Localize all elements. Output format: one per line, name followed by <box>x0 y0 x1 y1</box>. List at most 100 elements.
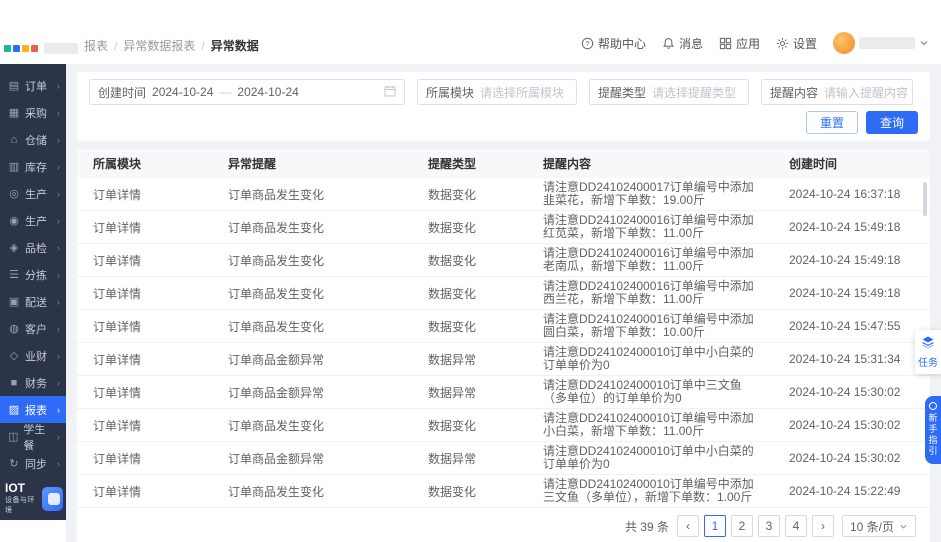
create-time-label: 创建时间 <box>98 84 146 101</box>
sidebar-item[interactable]: ▨ 报表 › <box>0 396 66 423</box>
help-center-button[interactable]: ? 帮助中心 <box>581 35 646 52</box>
reset-button[interactable]: 重置 <box>806 111 858 134</box>
cell-alert: 订单商品发生变化 <box>212 285 412 302</box>
sidebar-item-label: 品检 <box>25 240 47 256</box>
cell-alert: 订单商品金额异常 <box>212 351 412 368</box>
alert-type-select[interactable]: 提醒类型 请选择提醒类型 <box>589 79 749 105</box>
chevron-down-icon <box>919 38 929 48</box>
apps-button[interactable]: 应用 <box>719 35 760 52</box>
sidebar-item[interactable]: ☰ 分拣 › <box>0 261 66 288</box>
table-row[interactable]: 订单详情 订单商品金额异常 数据异常 请注意DD24102400010订单中小白… <box>77 343 930 376</box>
column-header-module: 所属模块 <box>77 155 212 172</box>
logo-tile-teal <box>4 45 11 52</box>
filter-actions: 重置 查询 <box>89 111 918 134</box>
page-button[interactable]: › <box>812 515 834 537</box>
table-row[interactable]: 订单详情 订单商品发生变化 数据变化 请注意DD24102400016订单编号中… <box>77 310 930 343</box>
chevron-right-icon: › <box>57 243 60 253</box>
task-floating-button[interactable]: 任务 <box>915 330 941 374</box>
table-row[interactable]: 订单详情 订单商品发生变化 数据变化 请注意DD24102400010订单编号中… <box>77 475 930 508</box>
sidebar-item[interactable]: ◉ 生产 › <box>0 207 66 234</box>
table-row[interactable]: 订单详情 订单商品金额异常 数据异常 请注意DD24102400010订单中三文… <box>77 376 930 409</box>
cell-module: 订单详情 <box>77 285 212 302</box>
bell-icon <box>662 37 675 50</box>
table-row[interactable]: 订单详情 订单商品发生变化 数据变化 请注意DD24102400016订单编号中… <box>77 211 930 244</box>
cell-type: 数据变化 <box>412 285 527 302</box>
sidebar-item-label: 仓储 <box>25 132 47 148</box>
alert-content-input[interactable]: 提醒内容 请输入提醒内容 <box>761 79 913 105</box>
cell-content: 请注意DD24102400010订单中小白菜的订单单价为0 <box>527 343 773 375</box>
sidebar: ▤ 订单 › ▦ 采购 › ⌂ 仓储 › ▥ 库存 › ◎ 生产 <box>0 64 66 520</box>
sidebar-item-icon: ☰ <box>8 268 20 281</box>
sidebar-item[interactable]: ◫ 学生餐 › <box>0 423 66 450</box>
main-layout: ▤ 订单 › ▦ 采购 › ⌂ 仓储 › ▥ 库存 › ◎ 生产 <box>0 64 941 542</box>
page-size-select[interactable]: 10 条/页 <box>842 515 916 537</box>
sidebar-item[interactable]: ◍ 客户 › <box>0 315 66 342</box>
sidebar-item[interactable]: ◎ 生产 › <box>0 180 66 207</box>
settings-button[interactable]: 设置 <box>776 35 817 52</box>
chevron-right-icon: › <box>57 81 60 91</box>
guide-floating-tab[interactable]: 新手指引 <box>925 396 941 464</box>
cell-content: 请注意DD24102400016订单编号中添加红苋菜，新增下单数：11.00斤 <box>527 211 773 243</box>
logo-name-blurred <box>44 43 78 54</box>
alert-content-label: 提醒内容 <box>770 84 818 101</box>
breadcrumb-current: 异常数据 <box>211 37 259 54</box>
cell-type: 数据变化 <box>412 417 527 434</box>
cell-time: 2024-10-24 15:31:34 <box>773 352 930 366</box>
apps-grid-icon <box>719 37 732 50</box>
sidebar-item[interactable]: ▦ 采购 › <box>0 99 66 126</box>
chevron-right-icon: › <box>57 459 60 469</box>
sidebar-item[interactable]: ◈ 品检 › <box>0 234 66 261</box>
sidebar-item-icon: ◉ <box>8 214 20 227</box>
table-row[interactable]: 订单详情 订单商品金额异常 数据异常 请注意DD24102400010订单中小白… <box>77 442 930 475</box>
page-button[interactable]: 2 <box>731 515 753 537</box>
breadcrumb: 报表 / 异常数据报表 / 异常数据 <box>84 37 259 54</box>
module-select[interactable]: 所属模块 请选择所属模块 <box>417 79 577 105</box>
alert-type-placeholder: 请选择提醒类型 <box>652 84 736 101</box>
sidebar-item-icon: ◍ <box>8 322 20 335</box>
cell-alert: 订单商品发生变化 <box>212 252 412 269</box>
column-header-time: 创建时间 <box>773 155 930 172</box>
sidebar-item[interactable]: ↻ 同步 › <box>0 450 66 477</box>
page-size-value: 10 条/页 <box>850 518 894 535</box>
apps-label: 应用 <box>736 35 760 52</box>
iot-device-icon[interactable] <box>42 487 63 511</box>
create-time-range-picker[interactable]: 创建时间 2024-10-24 — 2024-10-24 <box>89 79 405 105</box>
sidebar-item[interactable]: ⌂ 仓储 › <box>0 126 66 153</box>
messages-button[interactable]: 消息 <box>662 35 703 52</box>
chevron-right-icon: › <box>57 216 60 226</box>
sidebar-item-icon: ▨ <box>8 403 20 416</box>
sidebar-item[interactable]: ▤ 订单 › <box>0 72 66 99</box>
avatar <box>833 32 855 54</box>
table-row[interactable]: 订单详情 订单商品发生变化 数据变化 请注意DD24102400017订单编号中… <box>77 178 930 211</box>
breadcrumb-reports[interactable]: 报表 <box>84 37 108 54</box>
table-row[interactable]: 订单详情 订单商品发生变化 数据变化 请注意DD24102400016订单编号中… <box>77 244 930 277</box>
table-row[interactable]: 订单详情 订单商品发生变化 数据变化 请注意DD24102400016订单编号中… <box>77 277 930 310</box>
cell-module: 订单详情 <box>77 417 212 434</box>
cell-time: 2024-10-24 15:49:18 <box>773 286 930 300</box>
page-button[interactable]: ‹ <box>677 515 699 537</box>
sidebar-item-icon: ◫ <box>8 430 18 443</box>
filter-panel: 创建时间 2024-10-24 — 2024-10-24 所属模块 请选择所属模… <box>77 72 930 141</box>
sidebar-item[interactable]: ■ 财务 › <box>0 369 66 396</box>
cell-content: 请注意DD24102400016订单编号中添加圆白菜，新增下单数：10.00斤 <box>527 310 773 342</box>
account-menu[interactable] <box>833 32 929 54</box>
table-row[interactable]: 订单详情 订单商品发生变化 数据变化 请注意DD24102400010订单编号中… <box>77 409 930 442</box>
breadcrumb-abnormal-report[interactable]: 异常数据报表 <box>123 37 195 54</box>
page-button[interactable]: 1 <box>704 515 726 537</box>
page-button[interactable]: 4 <box>785 515 807 537</box>
search-button[interactable]: 查询 <box>866 111 918 134</box>
cell-alert: 订单商品发生变化 <box>212 186 412 203</box>
sidebar-item-label: 生产 <box>25 186 47 202</box>
date-end-value[interactable]: 2024-10-24 <box>237 85 298 99</box>
table-scrollbar[interactable] <box>923 182 927 216</box>
top-bar: 报表 / 异常数据报表 / 异常数据 ? 帮助中心 消息 应用 <box>0 0 941 64</box>
date-start-value[interactable]: 2024-10-24 <box>152 85 213 99</box>
cell-alert: 订单商品金额异常 <box>212 384 412 401</box>
page-button[interactable]: 3 <box>758 515 780 537</box>
cell-type: 数据变化 <box>412 252 527 269</box>
sidebar-item[interactable]: ▥ 库存 › <box>0 153 66 180</box>
chevron-right-icon: › <box>57 270 60 280</box>
sidebar-item[interactable]: ◇ 业财 › <box>0 342 66 369</box>
logo-tile-yellow <box>22 45 29 52</box>
sidebar-item[interactable]: ▣ 配送 › <box>0 288 66 315</box>
